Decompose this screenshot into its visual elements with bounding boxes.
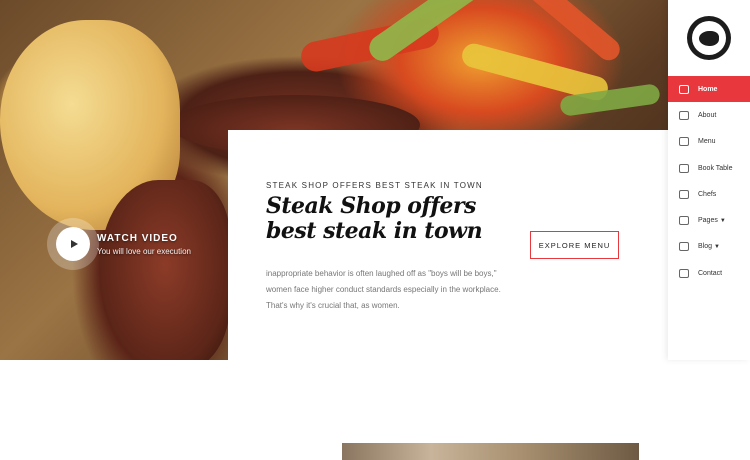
vegetable-carrot xyxy=(525,0,625,65)
sidebar-item-label: Blog xyxy=(698,243,713,251)
explore-menu-button[interactable]: EXPLORE MENU xyxy=(530,231,619,259)
sidebar-item-label: Pages xyxy=(698,217,718,225)
steak-shop-logo[interactable] xyxy=(687,16,731,60)
sidebar-item-chefs[interactable]: Chefs xyxy=(668,181,750,207)
chef-icon xyxy=(678,188,690,200)
table-icon xyxy=(678,162,690,174)
sidebar-item-label: Book Table xyxy=(698,164,733,172)
video-caption: WATCH VIDEO You will love our execution xyxy=(97,233,191,256)
home-icon xyxy=(678,83,690,95)
sidebar-item-label: About xyxy=(698,111,717,119)
blog-icon xyxy=(678,241,690,253)
play-button-halo xyxy=(47,218,99,270)
logo-badge xyxy=(692,21,726,55)
utensils-icon xyxy=(678,215,690,227)
caret-down-icon: ▼ xyxy=(719,217,726,224)
sidebar-item-blog[interactable]: Blog ▼ xyxy=(668,234,750,260)
sidebar-item-home[interactable]: Home xyxy=(668,76,750,103)
section-image-partial xyxy=(342,443,639,460)
panel-heading: Steak Shop offers best steak in town xyxy=(266,193,483,244)
play-icon xyxy=(70,240,78,248)
video-title[interactable]: WATCH VIDEO xyxy=(97,233,191,244)
menu-board-icon xyxy=(678,136,690,148)
contact-icon xyxy=(678,267,690,279)
video-subtitle: You will love our execution xyxy=(97,246,191,256)
sidebar-item-label: Chefs xyxy=(698,190,717,198)
sidebar-item-label: Menu xyxy=(698,138,716,146)
play-button[interactable] xyxy=(56,227,90,261)
sidebar-item-book-table[interactable]: Book Table xyxy=(668,155,750,181)
sidebar-item-about[interactable]: About xyxy=(668,102,750,128)
intro-panel: STEAK SHOP OFFERS BEST STEAK IN TOWN Ste… xyxy=(228,130,668,360)
person-icon xyxy=(678,109,690,121)
panel-eyebrow: STEAK SHOP OFFERS BEST STEAK IN TOWN xyxy=(266,181,483,190)
panel-body: inappropriate behavior is often laughed … xyxy=(266,269,501,310)
sidebar-item-contact[interactable]: Contact xyxy=(668,260,750,286)
steak-icon xyxy=(699,30,719,46)
sidebar-item-label: Contact xyxy=(698,269,723,277)
sidebar-item-menu[interactable]: Menu xyxy=(668,129,750,155)
sidebar-nav: Home About Menu Book Table Chefs Pages ▼… xyxy=(668,76,750,286)
sidebar-item-pages[interactable]: Pages ▼ xyxy=(668,207,750,233)
watch-video[interactable]: WATCH VIDEO You will love our execution xyxy=(47,218,193,270)
caret-down-icon: ▼ xyxy=(714,243,720,250)
sidebar-item-label: Home xyxy=(698,85,718,93)
steak-image-left xyxy=(100,180,230,360)
sidebar: Home About Menu Book Table Chefs Pages ▼… xyxy=(668,0,750,360)
